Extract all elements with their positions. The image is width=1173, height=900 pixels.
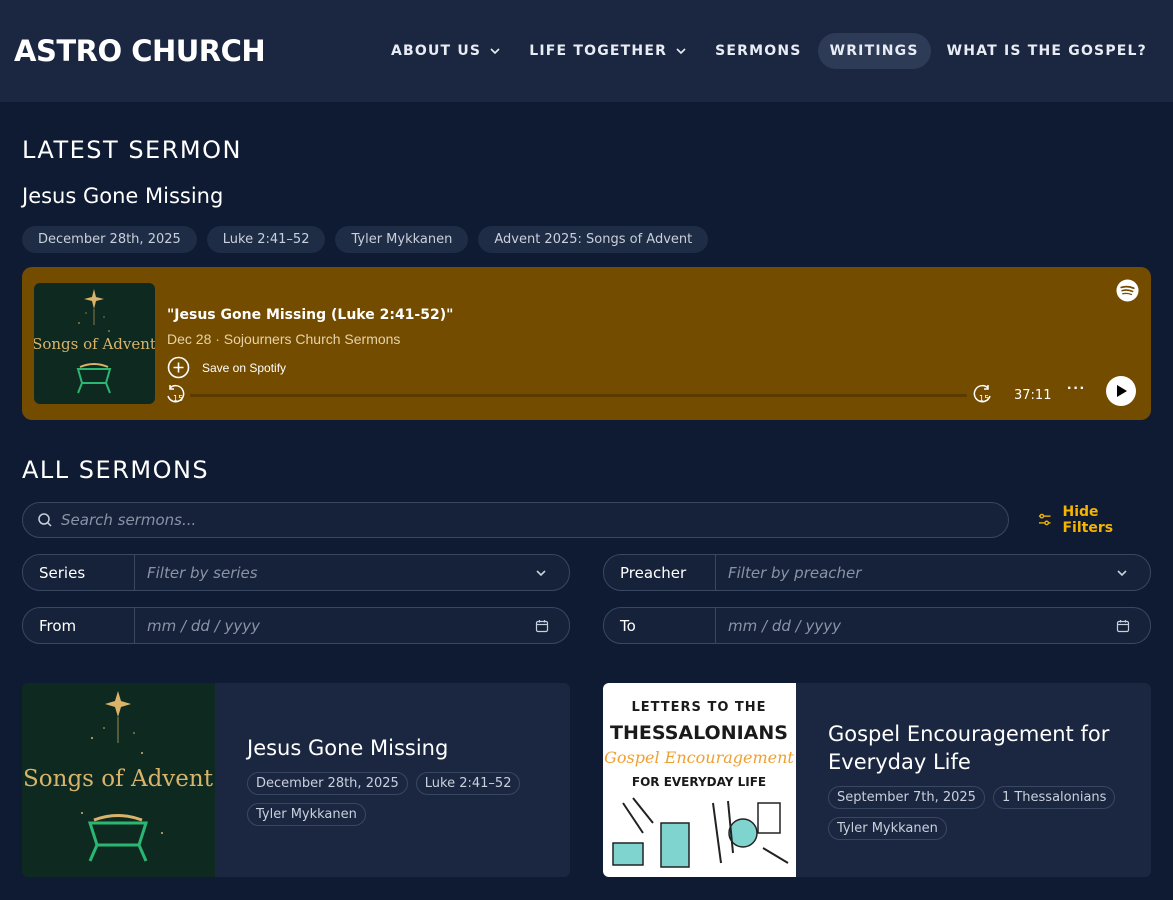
sermon-card-body: Jesus Gone Missing December 28th, 2025 L… bbox=[215, 683, 565, 877]
site-logo[interactable]: ASTRO CHURCH bbox=[14, 34, 266, 68]
card-tag-preacher[interactable]: Tyler Mykkanen bbox=[247, 803, 366, 826]
series-filter-label: Series bbox=[23, 555, 135, 590]
episode-subtitle[interactable]: Dec 28 · Sojourners Church Sermons bbox=[167, 331, 400, 347]
cover-text: Songs of Advent bbox=[34, 335, 155, 353]
spotify-logo-icon[interactable] bbox=[1116, 279, 1139, 302]
search-icon bbox=[38, 513, 52, 527]
to-date-filter[interactable]: To mm / dd / yyyy bbox=[603, 607, 1151, 644]
filter-sliders-icon bbox=[1038, 513, 1051, 526]
series-filter[interactable]: Series Filter by series bbox=[22, 554, 570, 591]
preacher-filter-label: Preacher bbox=[604, 555, 716, 590]
rewind-15-button[interactable]: 15 bbox=[165, 384, 185, 409]
card-tag-book[interactable]: 1 Thessalonians bbox=[992, 786, 1116, 809]
save-on-spotify-label: Save on Spotify bbox=[202, 360, 287, 375]
episode-title[interactable]: "Jesus Gone Missing (Luke 2:41-52)" bbox=[167, 307, 453, 323]
nav-writings[interactable]: WRITINGS bbox=[817, 33, 931, 69]
save-on-spotify-button[interactable]: Save on Spotify bbox=[167, 356, 286, 379]
sermon-card-image[interactable]: LETTERS TO THE THESSALONIANS Gospel Enco… bbox=[603, 683, 796, 877]
nav-what-is-the-gospel[interactable]: WHAT IS THE GOSPEL? bbox=[935, 33, 1159, 69]
card-cover-line2: THESSALONIANS bbox=[610, 722, 788, 744]
from-date-filter[interactable]: From mm / dd / yyyy bbox=[22, 607, 570, 644]
more-options-icon[interactable]: ··· bbox=[1067, 380, 1086, 398]
latest-sermon-heading: LATEST SERMON bbox=[22, 136, 242, 164]
from-date-label: From bbox=[23, 608, 135, 643]
card-tag-date[interactable]: September 7th, 2025 bbox=[828, 786, 985, 809]
latest-sermon-tags: December 28th, 2025 Luke 2:41–52 Tyler M… bbox=[22, 226, 1151, 253]
sermon-card-image[interactable]: Songs of Advent bbox=[22, 683, 215, 877]
all-sermons-heading: ALL SERMONS bbox=[22, 456, 210, 484]
card-cover-line4: FOR EVERYDAY LIFE bbox=[632, 775, 766, 789]
sermon-card-body: Gospel Encouragement for Everyday Life S… bbox=[796, 683, 1151, 877]
nav-gospel-label: WHAT IS THE GOSPEL? bbox=[946, 43, 1147, 59]
card-tag-preacher[interactable]: Tyler Mykkanen bbox=[828, 817, 947, 840]
sermon-cards: Songs of Advent Jesus Gone Missing Decem… bbox=[22, 683, 1151, 877]
nav-about-us[interactable]: ABOUT US bbox=[379, 33, 513, 69]
chevron-down-icon bbox=[536, 569, 546, 576]
sermon-card-tags: December 28th, 2025 Luke 2:41–52 Tyler M… bbox=[247, 772, 547, 826]
sermon-card[interactable]: LETTERS TO THE THESSALONIANS Gospel Enco… bbox=[603, 683, 1151, 877]
search-row: Hide Filters bbox=[22, 502, 1151, 538]
nav-sermons-label: SERMONS bbox=[715, 43, 802, 59]
latest-sermon-title[interactable]: Jesus Gone Missing bbox=[22, 184, 1151, 208]
preacher-filter[interactable]: Preacher Filter by preacher bbox=[603, 554, 1151, 591]
sermon-card-title[interactable]: Jesus Gone Missing bbox=[247, 734, 547, 762]
add-circle-icon bbox=[167, 356, 190, 379]
chevron-down-icon bbox=[676, 48, 686, 55]
nav-sermons[interactable]: SERMONS bbox=[703, 33, 813, 69]
forward-15-button[interactable]: 15 bbox=[973, 384, 993, 409]
chevron-down-icon bbox=[1117, 569, 1127, 576]
play-icon bbox=[1117, 385, 1127, 397]
nav-life-together[interactable]: LIFE TOGETHER bbox=[517, 33, 699, 69]
to-date-label: To bbox=[604, 608, 716, 643]
playback-progress-bar[interactable] bbox=[190, 394, 967, 397]
tag-scripture[interactable]: Luke 2:41–52 bbox=[206, 226, 326, 253]
episode-cover-art: Songs of Advent bbox=[34, 283, 155, 404]
hide-filters-button[interactable]: Hide Filters bbox=[1037, 504, 1151, 536]
filters-grid: Series Filter by series Preacher Filter … bbox=[22, 554, 1151, 644]
sermon-card[interactable]: Songs of Advent Jesus Gone Missing Decem… bbox=[22, 683, 570, 877]
tag-date[interactable]: December 28th, 2025 bbox=[22, 226, 197, 253]
to-date-input[interactable]: mm / dd / yyyy bbox=[716, 617, 1116, 635]
svg-text:15: 15 bbox=[979, 394, 989, 403]
card-tag-scripture[interactable]: Luke 2:41–52 bbox=[415, 772, 521, 795]
series-filter-select[interactable]: Filter by series bbox=[135, 564, 535, 582]
main-nav: ABOUT US LIFE TOGETHER SERMONS WRITINGS … bbox=[379, 33, 1159, 69]
episode-duration: 37:11 bbox=[1014, 388, 1052, 403]
preacher-filter-select[interactable]: Filter by preacher bbox=[716, 564, 1116, 582]
nav-life-together-label: LIFE TOGETHER bbox=[529, 43, 668, 59]
search-input[interactable] bbox=[61, 511, 961, 529]
forward-15-icon: 15 bbox=[973, 384, 991, 403]
from-date-input[interactable]: mm / dd / yyyy bbox=[135, 617, 535, 635]
card-cover-line3: Gospel Encouragement bbox=[604, 748, 794, 767]
card-tag-date[interactable]: December 28th, 2025 bbox=[247, 772, 408, 795]
nav-writings-label: WRITINGS bbox=[829, 43, 919, 59]
card-cover-text: Songs of Advent bbox=[23, 766, 214, 792]
svg-text:15: 15 bbox=[173, 394, 183, 403]
chevron-down-icon bbox=[490, 48, 500, 55]
sermon-card-tags: September 7th, 2025 1 Thessalonians Tyle… bbox=[828, 786, 1128, 840]
site-header: ASTRO CHURCH ABOUT US LIFE TOGETHER SERM… bbox=[0, 0, 1173, 102]
hide-filters-label: Hide Filters bbox=[1062, 504, 1114, 536]
search-box bbox=[22, 502, 1009, 538]
card-cover-line1: LETTERS TO THE bbox=[631, 700, 766, 715]
rewind-15-icon: 15 bbox=[167, 384, 185, 403]
main-content: LATEST SERMON Jesus Gone Missing Decembe… bbox=[0, 136, 1173, 877]
play-button[interactable] bbox=[1106, 376, 1136, 406]
spotify-embed-player: Songs of Advent "Jesus Gone Missing (Luk… bbox=[22, 267, 1151, 420]
tag-series[interactable]: Advent 2025: Songs of Advent bbox=[478, 226, 709, 253]
sermon-card-title[interactable]: Gospel Encouragement for Everyday Life bbox=[828, 720, 1133, 776]
calendar-icon[interactable] bbox=[1116, 619, 1130, 633]
tag-preacher[interactable]: Tyler Mykkanen bbox=[335, 226, 469, 253]
calendar-icon[interactable] bbox=[535, 619, 549, 633]
nav-about-us-label: ABOUT US bbox=[390, 43, 482, 59]
